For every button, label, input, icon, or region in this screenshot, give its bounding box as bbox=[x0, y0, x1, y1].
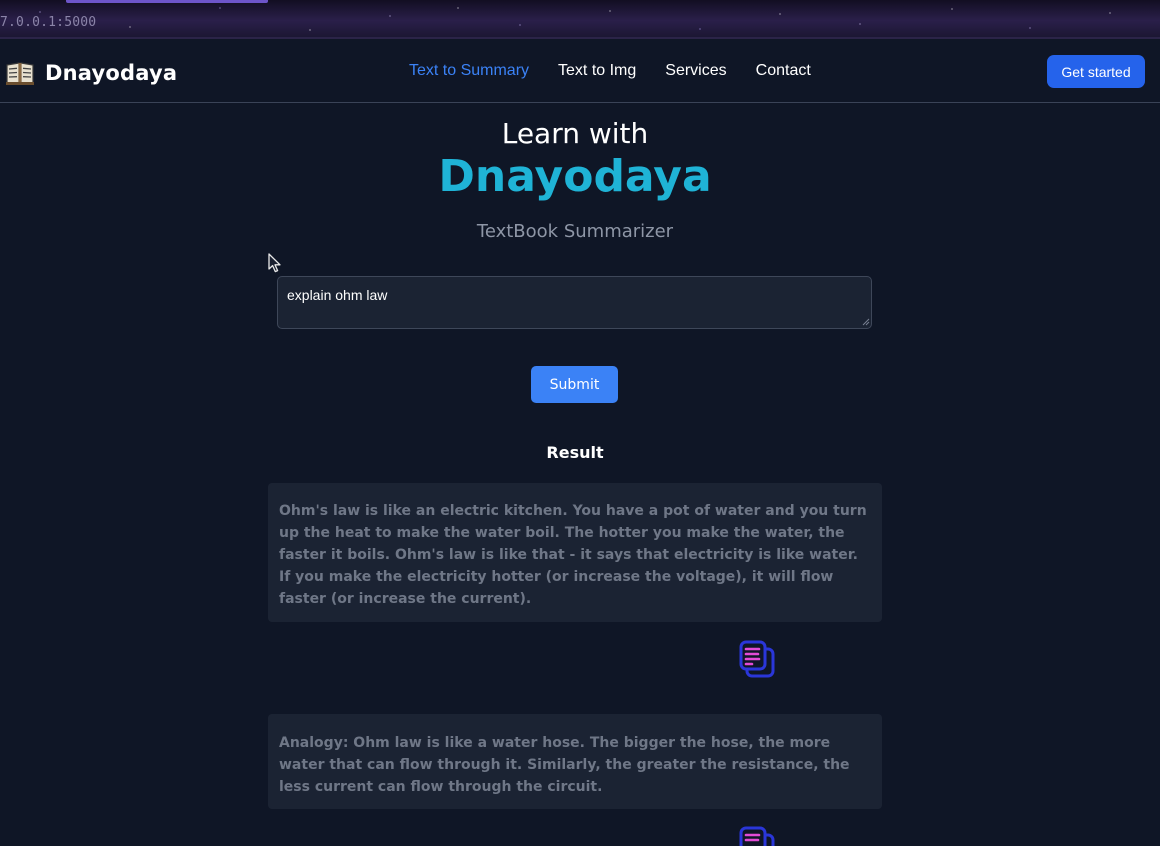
query-input[interactable]: explain ohm law bbox=[277, 276, 872, 329]
get-started-button[interactable]: Get started bbox=[1047, 55, 1145, 88]
submit-button[interactable]: Submit bbox=[531, 366, 618, 403]
book-icon bbox=[6, 62, 34, 85]
hero-title-brand: Dnayodaya bbox=[438, 151, 712, 202]
brand[interactable]: Dnayodaya bbox=[5, 59, 177, 87]
result-heading: Result bbox=[546, 443, 604, 462]
nav-link-text-to-img[interactable]: Text to Img bbox=[558, 62, 636, 80]
copy-icon[interactable] bbox=[739, 640, 775, 678]
active-tab-indicator bbox=[66, 0, 268, 3]
nav-link-text-to-summary[interactable]: Text to Summary bbox=[409, 62, 529, 80]
copy-icon[interactable] bbox=[739, 826, 775, 846]
hero-title-line1: Learn with bbox=[501, 117, 649, 150]
hero-subtitle: TextBook Summarizer bbox=[476, 221, 674, 242]
brand-name: Dnayodaya bbox=[45, 61, 178, 85]
mouse-cursor-icon bbox=[268, 253, 281, 273]
result-card: Analogy: Ohm law is like a water hose. T… bbox=[268, 714, 882, 809]
nav-link-contact[interactable]: Contact bbox=[756, 62, 811, 80]
result-text: Ohm's law is like an electric kitchen. Y… bbox=[279, 503, 867, 607]
result-text: Analogy: Ohm law is like a water hose. T… bbox=[279, 735, 850, 795]
resize-handle-icon[interactable] bbox=[862, 318, 870, 326]
navbar: Dnayodaya Text to Summary Text to Img Se… bbox=[0, 41, 1160, 103]
address-url[interactable]: 7.0.0.1:5000 bbox=[0, 15, 96, 30]
result-card: Ohm's law is like an electric kitchen. Y… bbox=[268, 483, 882, 622]
nav-links: Text to Summary Text to Img Services Con… bbox=[409, 62, 811, 80]
browser-address-strip: 7.0.0.1:5000 bbox=[0, 0, 1160, 39]
nav-link-services[interactable]: Services bbox=[665, 62, 726, 80]
